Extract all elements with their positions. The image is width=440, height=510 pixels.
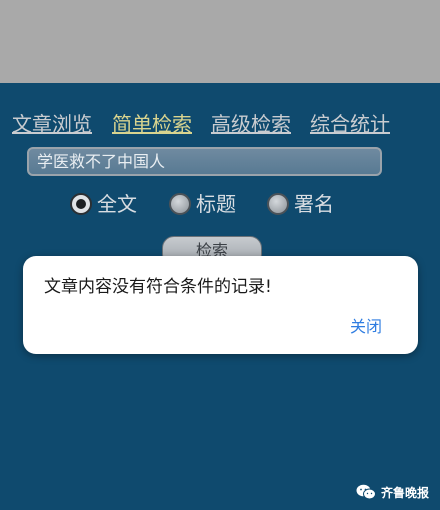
nav-link-simple-search[interactable]: 简单检索 — [112, 110, 192, 138]
top-gray-bar — [0, 0, 440, 83]
watermark: 齐鲁晚报 — [356, 482, 429, 502]
watermark-text: 齐鲁晚报 — [381, 485, 430, 500]
radio-label-title: 标题 — [196, 192, 236, 216]
wechat-icon — [356, 484, 376, 500]
dialog-close-button[interactable]: 关闭 — [350, 315, 382, 339]
search-input[interactable]: 学医救不了中国人 — [27, 147, 382, 176]
radio-unchecked-icon — [267, 193, 289, 215]
radio-label-author: 署名 — [294, 192, 334, 216]
nav-link-advanced-search[interactable]: 高级检索 — [211, 110, 291, 138]
alert-dialog: 文章内容没有符合条件的记录! 关闭 — [23, 256, 418, 354]
nav-link-browse[interactable]: 文章浏览 — [12, 110, 92, 138]
radio-checked-icon — [70, 193, 92, 215]
search-scope-group: 全文 标题 署名 — [0, 190, 440, 220]
radio-label-fulltext: 全文 — [97, 192, 137, 216]
dialog-message: 文章内容没有符合条件的记录! — [44, 277, 272, 297]
nav-link-statistics[interactable]: 综合统计 — [310, 110, 390, 138]
radio-unchecked-icon — [169, 193, 191, 215]
nav-links: 文章浏览 简单检索 高级检索 综合统计 — [12, 110, 432, 140]
